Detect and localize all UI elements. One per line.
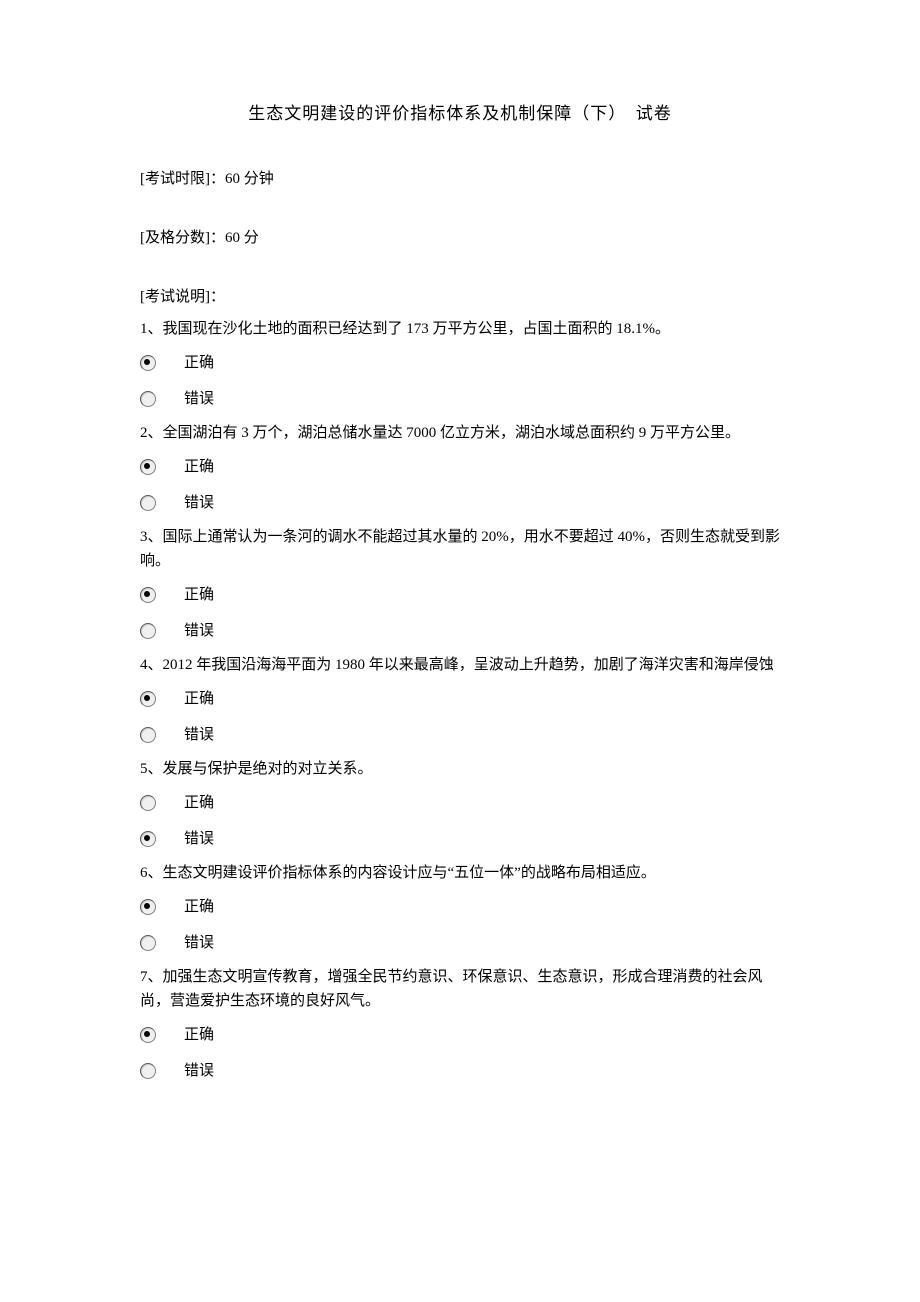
radio-icon[interactable]	[140, 691, 156, 707]
question-text: 3、国际上通常认为一条河的调水不能超过其水量的 20%，用水不要超过 40%，否…	[140, 525, 780, 573]
question-text: 6、生态文明建设评价指标体系的内容设计应与“五位一体”的战略布局相适应。	[140, 861, 780, 885]
radio-icon[interactable]	[140, 355, 156, 371]
option-label: 错误	[184, 1059, 214, 1083]
option-label: 错误	[184, 491, 214, 515]
option-true[interactable]: 正确	[140, 579, 780, 611]
option-false[interactable]: 错误	[140, 823, 780, 855]
radio-icon[interactable]	[140, 935, 156, 951]
option-true[interactable]: 正确	[140, 891, 780, 923]
option-false[interactable]: 错误	[140, 383, 780, 415]
option-label: 正确	[184, 791, 214, 815]
radio-icon[interactable]	[140, 391, 156, 407]
option-true[interactable]: 正确	[140, 787, 780, 819]
option-label: 错误	[184, 827, 214, 851]
option-true[interactable]: 正确	[140, 1019, 780, 1051]
radio-icon[interactable]	[140, 795, 156, 811]
option-label: 错误	[184, 931, 214, 955]
exam-time: [考试时限]：60 分钟	[140, 167, 780, 191]
radio-icon[interactable]	[140, 495, 156, 511]
option-label: 错误	[184, 723, 214, 747]
question-text: 7、加强生态文明宣传教育，增强全民节约意识、环保意识、生态意识，形成合理消费的社…	[140, 965, 780, 1013]
option-false[interactable]: 错误	[140, 615, 780, 647]
pass-score: [及格分数]：60 分	[140, 226, 780, 250]
radio-icon[interactable]	[140, 831, 156, 847]
radio-icon[interactable]	[140, 1063, 156, 1079]
option-false[interactable]: 错误	[140, 487, 780, 519]
question-text: 5、发展与保护是绝对的对立关系。	[140, 757, 780, 781]
option-label: 错误	[184, 387, 214, 411]
option-false[interactable]: 错误	[140, 719, 780, 751]
option-label: 正确	[184, 895, 214, 919]
option-false[interactable]: 错误	[140, 927, 780, 959]
option-true[interactable]: 正确	[140, 683, 780, 715]
option-label: 正确	[184, 687, 214, 711]
option-label: 正确	[184, 583, 214, 607]
question-text: 2、全国湖泊有 3 万个，湖泊总储水量达 7000 亿立方米，湖泊水域总面积约 …	[140, 421, 780, 445]
radio-icon[interactable]	[140, 459, 156, 475]
radio-icon[interactable]	[140, 727, 156, 743]
radio-icon[interactable]	[140, 623, 156, 639]
page-title: 生态文明建设的评价指标体系及机制保障（下） 试卷	[140, 100, 780, 127]
option-label: 错误	[184, 619, 214, 643]
option-label: 正确	[184, 351, 214, 375]
radio-icon[interactable]	[140, 1027, 156, 1043]
option-false[interactable]: 错误	[140, 1055, 780, 1087]
option-label: 正确	[184, 1023, 214, 1047]
option-true[interactable]: 正确	[140, 451, 780, 483]
question-text: 4、2012 年我国沿海海平面为 1980 年以来最高峰，呈波动上升趋势，加剧了…	[140, 653, 780, 677]
question-text: 1、我国现在沙化土地的面积已经达到了 173 万平方公里，占国土面积的 18.1…	[140, 317, 780, 341]
radio-icon[interactable]	[140, 587, 156, 603]
option-label: 正确	[184, 455, 214, 479]
exam-desc: [考试说明]：	[140, 285, 780, 309]
radio-icon[interactable]	[140, 899, 156, 915]
option-true[interactable]: 正确	[140, 347, 780, 379]
